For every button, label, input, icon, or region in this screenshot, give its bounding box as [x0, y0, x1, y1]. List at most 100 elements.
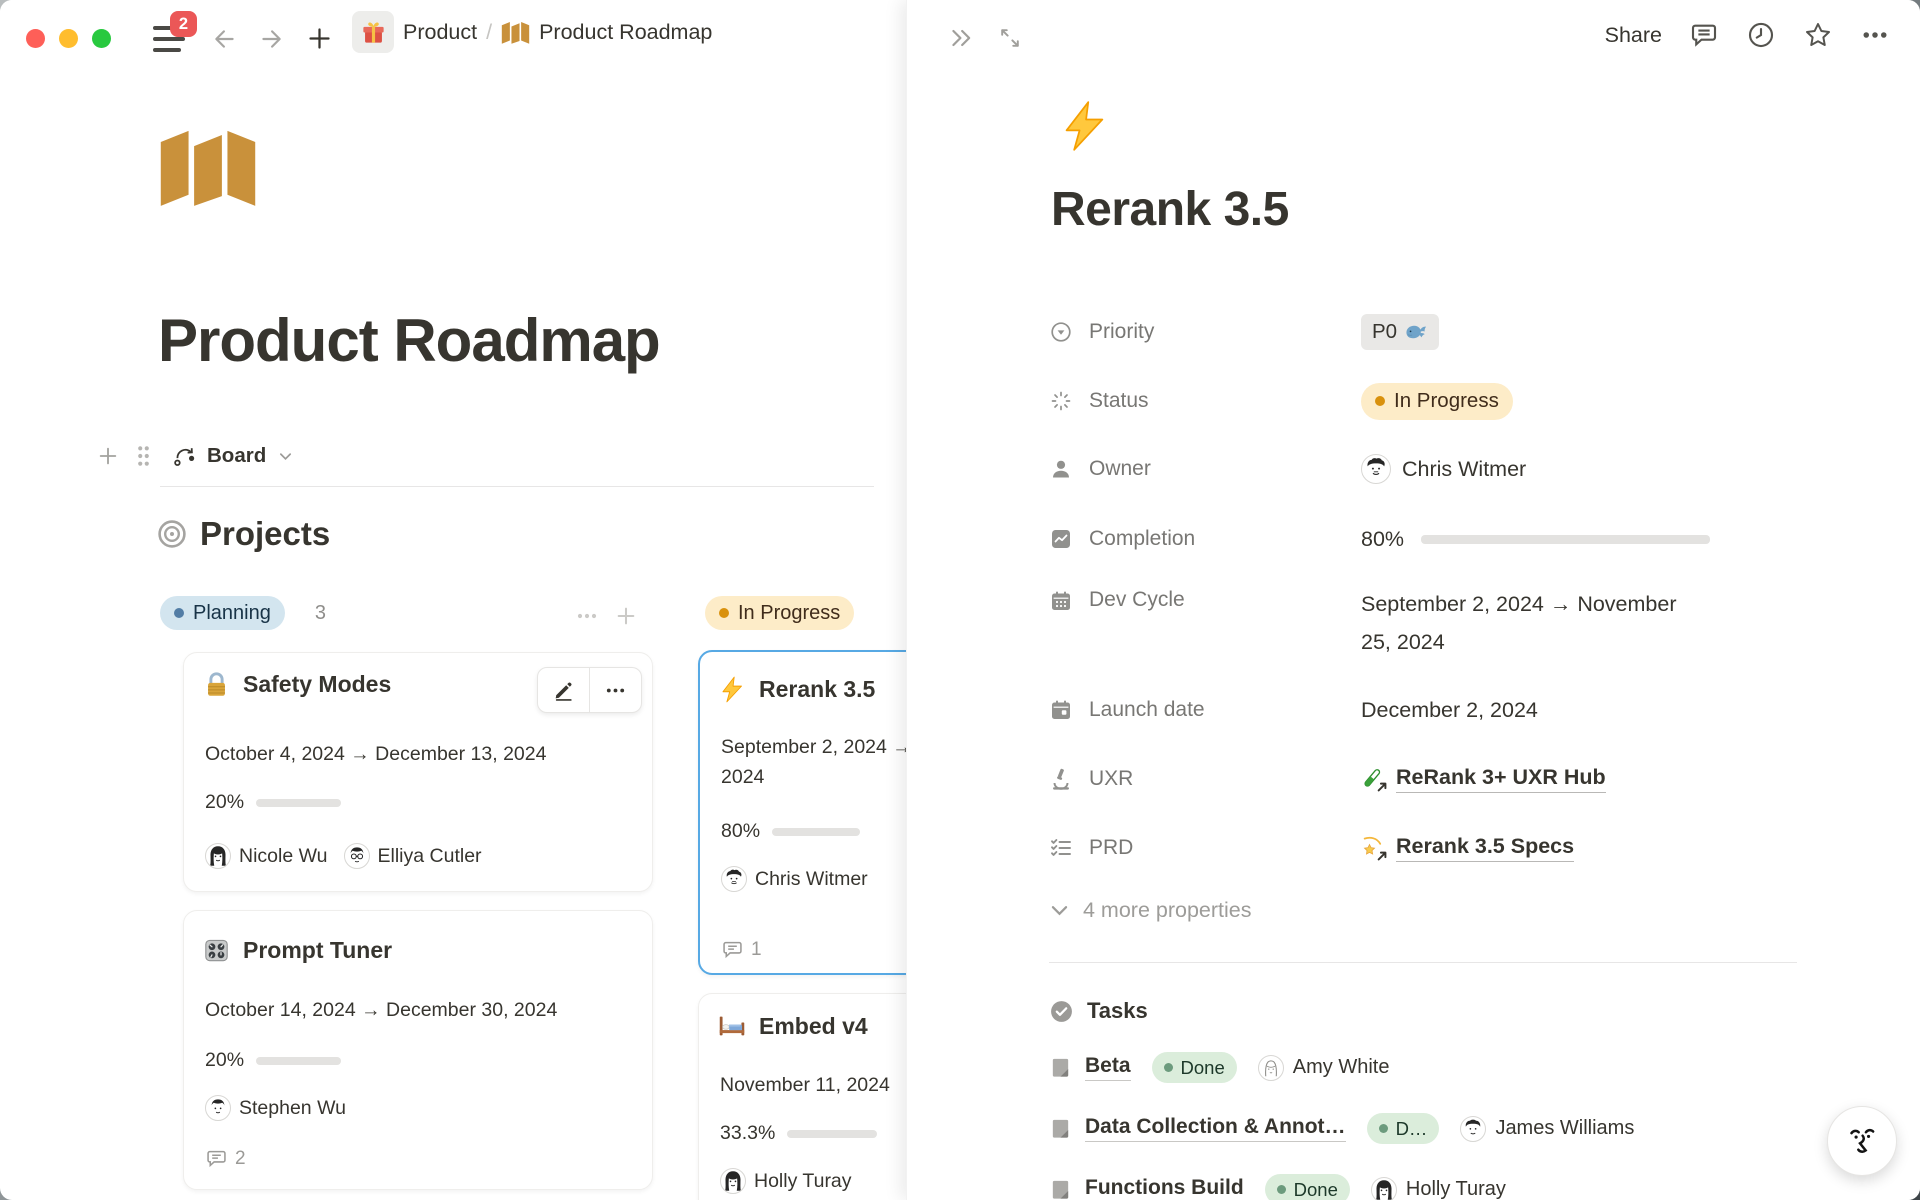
add-card-icon[interactable]	[615, 605, 637, 627]
launch-date-value[interactable]: December 2, 2024	[1361, 698, 1538, 723]
status-tag-in-progress[interactable]: In Progress	[1361, 383, 1513, 420]
forward-button[interactable]	[258, 26, 284, 52]
status-dot	[1379, 1124, 1388, 1133]
comments-icon[interactable]	[1689, 20, 1719, 50]
back-button[interactable]	[212, 26, 238, 52]
property-label: Completion	[1089, 527, 1361, 551]
task-row[interactable]: Functions Build Done Holly Turay	[1049, 1174, 1506, 1200]
comment-count: 2	[235, 1148, 246, 1170]
breadcrumb-page[interactable]: Product Roadmap	[539, 20, 712, 45]
comment-icon	[721, 938, 744, 961]
peek-page-icon[interactable]	[1059, 100, 1111, 152]
property-row-status[interactable]: Status In Progress	[1049, 381, 1513, 421]
chart-icon	[1049, 527, 1073, 551]
owner-name[interactable]: Chris Witmer	[1402, 457, 1526, 482]
tab-board-view[interactable]: Board	[207, 444, 266, 468]
dev-cycle-value[interactable]: September 2, 2024 → November 25, 2024	[1361, 585, 1691, 661]
column-header-in-progress[interactable]: In Progress	[705, 596, 854, 630]
avatar	[205, 1095, 231, 1121]
status-tag-in-progress[interactable]: In Progress	[705, 596, 854, 630]
completion-bar	[1421, 535, 1710, 544]
assignee-name: Holly Turay	[1406, 1178, 1506, 1200]
bed-icon	[718, 1012, 746, 1040]
column-header-planning[interactable]: Planning 3	[160, 596, 326, 630]
task-status-tag[interactable]: Done	[1152, 1052, 1237, 1083]
more-properties-toggle[interactable]: 4 more properties	[1049, 898, 1252, 923]
card-safety-modes[interactable]: Safety Modes October 4, 2024 → December …	[183, 652, 653, 892]
card-title[interactable]: Safety Modes	[243, 671, 391, 698]
favorite-star-icon[interactable]	[1803, 20, 1833, 50]
view-bar: Board	[97, 436, 293, 476]
progress-label: 20%	[205, 1049, 244, 1072]
status-tag-planning[interactable]: Planning	[160, 596, 285, 630]
avatar	[1371, 1177, 1397, 1200]
property-row-prd[interactable]: PRD Rerank 3.5 Specs	[1049, 828, 1574, 868]
person-name: Chris Witmer	[755, 868, 868, 891]
uxr-link[interactable]: ReRank 3+ UXR Hub	[1361, 765, 1606, 793]
task-title[interactable]: Beta	[1085, 1054, 1131, 1081]
add-block-icon[interactable]	[97, 445, 119, 467]
property-row-owner[interactable]: Owner Chris Witmer	[1049, 449, 1526, 489]
drag-handle-icon[interactable]	[135, 444, 152, 468]
property-label: Launch date	[1089, 698, 1361, 722]
prd-link[interactable]: Rerank 3.5 Specs	[1361, 834, 1574, 862]
divider	[160, 486, 874, 487]
progress-bar	[256, 1057, 341, 1065]
task-title[interactable]: Data Collection & Annot…	[1085, 1115, 1346, 1142]
double-chevron-right-icon	[947, 24, 975, 52]
priority-value-pill[interactable]: P0	[1361, 314, 1439, 350]
minimize-window-button[interactable]	[59, 29, 78, 48]
task-status-tag[interactable]: Done	[1265, 1174, 1350, 1200]
property-row-priority[interactable]: Priority P0	[1049, 312, 1439, 352]
property-row-launch-date[interactable]: Launch date December 2, 2024	[1049, 690, 1538, 730]
tasks-heading: Tasks	[1049, 998, 1148, 1024]
workspace-gift-icon[interactable]	[352, 11, 394, 53]
control-knobs-icon	[203, 937, 230, 964]
card-title[interactable]: Prompt Tuner	[243, 937, 392, 964]
update-count-badge[interactable]: 2	[170, 11, 197, 37]
property-label: Dev Cycle	[1089, 588, 1361, 612]
card-prompt-tuner[interactable]: Prompt Tuner October 14, 2024 → December…	[183, 910, 653, 1190]
new-page-button[interactable]	[306, 25, 333, 52]
assignee-name: James Williams	[1495, 1117, 1634, 1140]
section-title: Projects	[200, 515, 330, 553]
property-row-uxr[interactable]: UXR ReRank 3+ UXR Hub	[1049, 759, 1606, 799]
priority-icon	[1049, 320, 1073, 344]
progress-label: 33.3%	[720, 1122, 775, 1145]
peek-page-title[interactable]: Rerank 3.5	[1051, 182, 1289, 237]
property-label: UXR	[1089, 767, 1361, 791]
close-peek-button[interactable]	[947, 24, 975, 52]
edit-card-button[interactable]	[538, 668, 589, 712]
updates-clock-icon[interactable]	[1746, 20, 1776, 50]
page-icon	[1049, 1056, 1072, 1079]
page-icon[interactable]	[158, 128, 258, 206]
avatar	[205, 843, 231, 869]
more-icon[interactable]	[1860, 20, 1890, 50]
notion-ai-button[interactable]	[1827, 1106, 1897, 1176]
task-row[interactable]: Beta Done Amy White	[1049, 1052, 1389, 1083]
task-row[interactable]: Data Collection & Annot… D… James Willia…	[1049, 1113, 1634, 1144]
more-icon[interactable]	[575, 604, 599, 628]
card-title[interactable]: Embed v4	[759, 1013, 868, 1040]
expand-page-button[interactable]	[997, 25, 1023, 51]
map-icon	[501, 21, 530, 44]
progress-label: 80%	[721, 820, 760, 843]
status-dot	[719, 608, 729, 618]
map-icon	[158, 128, 258, 206]
card-more-button[interactable]	[590, 668, 641, 712]
side-peek-panel: Share Rerank 3.5 Priority	[906, 0, 1920, 1200]
property-row-dev-cycle[interactable]: Dev Cycle September 2, 2024 → November 2…	[1049, 585, 1691, 661]
property-row-completion[interactable]: Completion 80%	[1049, 519, 1710, 559]
breadcrumb-workspace[interactable]: Product	[403, 20, 477, 45]
breadcrumb: Product / Product Roadmap	[352, 11, 712, 53]
close-window-button[interactable]	[26, 29, 45, 48]
task-status-tag[interactable]: D…	[1367, 1113, 1440, 1144]
card-title[interactable]: Rerank 3.5	[759, 676, 875, 703]
chevron-down-icon[interactable]	[278, 449, 293, 464]
desktop-background: 2 Product /	[0, 0, 1920, 1200]
breadcrumb-separator: /	[486, 20, 492, 45]
share-button[interactable]: Share	[1605, 23, 1662, 48]
person-name: Nicole Wu	[239, 845, 328, 868]
task-title[interactable]: Functions Build	[1085, 1176, 1244, 1200]
zoom-window-button[interactable]	[92, 29, 111, 48]
